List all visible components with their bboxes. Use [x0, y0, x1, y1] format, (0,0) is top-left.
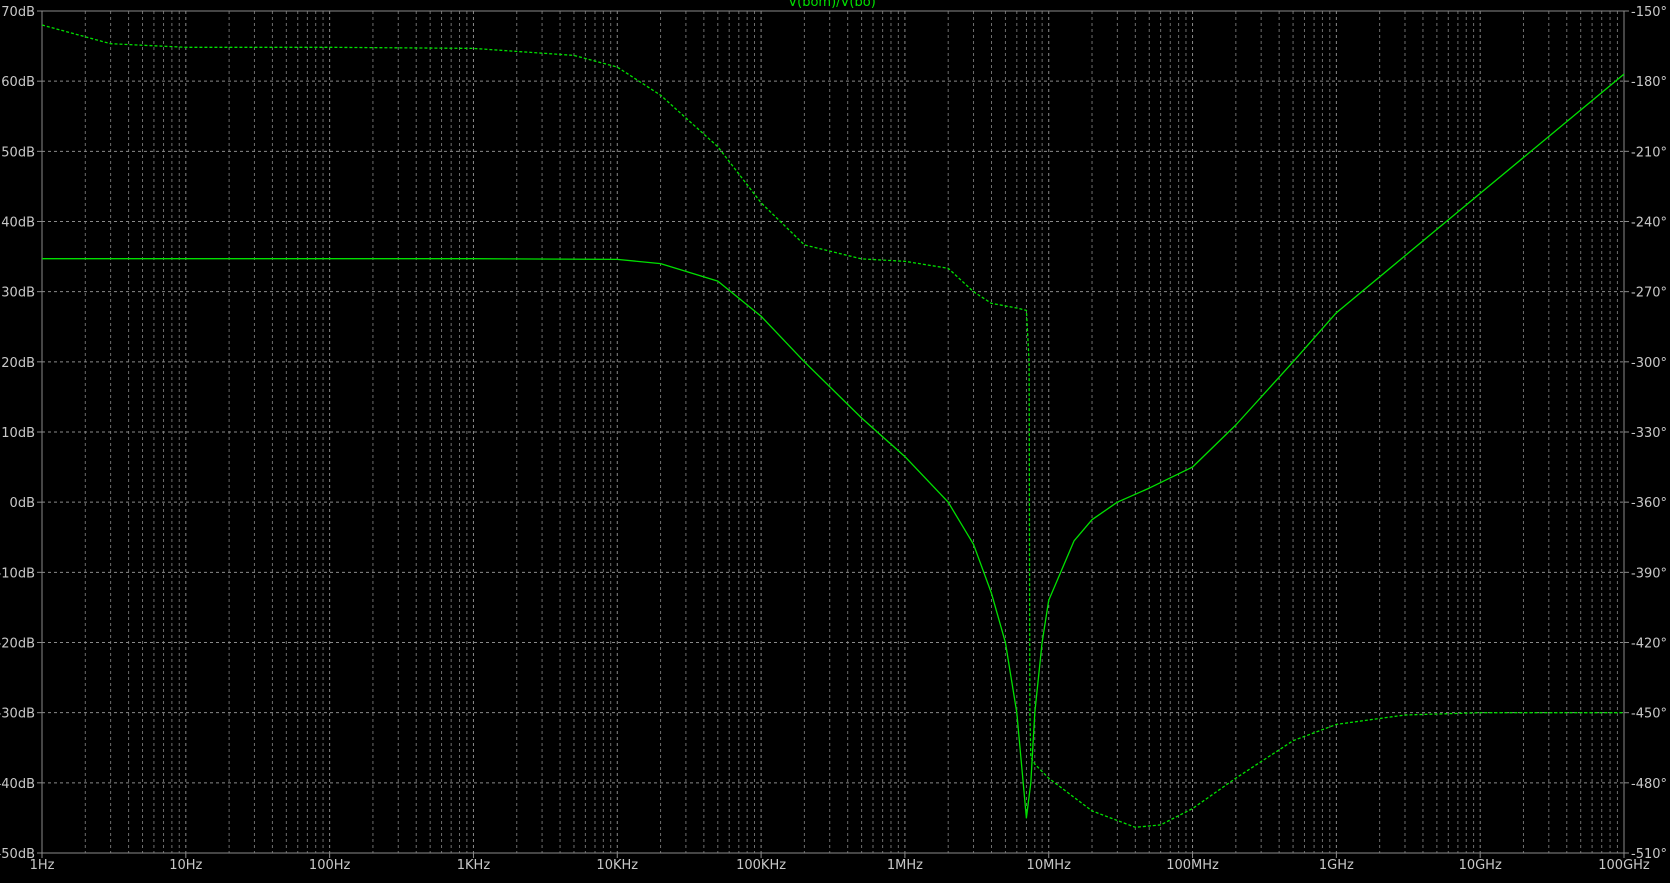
x-tick-label: 10KHz	[596, 858, 638, 873]
bode-plot-svg: 70dB 60dB 50dB 40dB 30dB 20dB 10dB 0dB -10dB -20d…	[0, 0, 1670, 883]
left-tick-label: 40dB	[1, 216, 35, 231]
x-tick-label: 10Hz	[169, 858, 202, 873]
right-tick-label: -180°	[1631, 75, 1667, 90]
left-tick-label: 60dB	[1, 75, 35, 90]
left-tick-label: 70dB	[1, 5, 35, 20]
left-tick-label: -20dB	[0, 637, 35, 652]
x-tick-label: 100KHz	[736, 858, 786, 873]
x-tick-label: 10MHz	[1027, 858, 1072, 873]
x-tick-label: 100Hz	[309, 858, 351, 873]
right-tick-label: -360°	[1631, 496, 1667, 511]
left-tick-label: 20dB	[1, 356, 35, 371]
plot-background	[0, 0, 1670, 883]
x-tick-label: 10GHz	[1459, 858, 1502, 873]
left-tick-label: 50dB	[1, 145, 35, 160]
x-tick-label: 100MHz	[1166, 858, 1219, 873]
right-tick-label: -270°	[1631, 286, 1667, 301]
left-tick-label: 0dB	[10, 496, 35, 511]
x-tick-label: 1KHz	[457, 858, 491, 873]
right-tick-label: -240°	[1631, 216, 1667, 231]
left-tick-label: 30dB	[1, 286, 35, 301]
right-tick-label: -450°	[1631, 707, 1667, 722]
right-tick-label: -300°	[1631, 356, 1667, 371]
right-tick-label: -480°	[1631, 777, 1667, 792]
left-tick-label: -40dB	[0, 777, 35, 792]
right-tick-label: -330°	[1631, 426, 1667, 441]
right-tick-label: -210°	[1631, 145, 1667, 160]
x-tick-label: 1Hz	[30, 858, 55, 873]
x-tick-label: 1GHz	[1319, 858, 1354, 873]
left-tick-label: -30dB	[0, 707, 35, 722]
left-tick-label: -10dB	[0, 566, 35, 581]
x-tick-label: 100GHz	[1598, 858, 1650, 873]
x-tick-label: 1MHz	[887, 858, 923, 873]
right-tick-label: -420°	[1631, 637, 1667, 652]
trace-label[interactable]: V(bom)/V(bo)	[788, 0, 876, 10]
right-tick-label: -150°	[1631, 5, 1667, 20]
right-tick-label: -390°	[1631, 566, 1667, 581]
left-tick-label: 10dB	[1, 426, 35, 441]
